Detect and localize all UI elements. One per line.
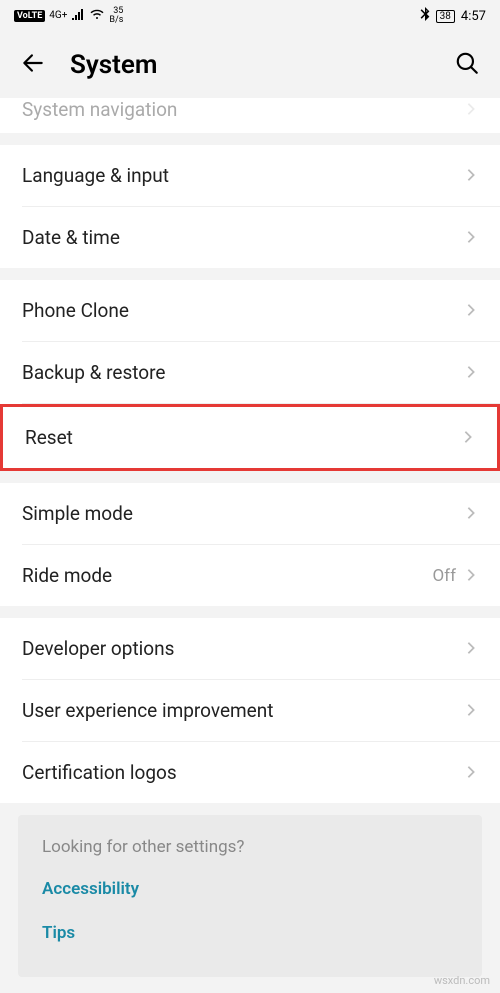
status-bar: VoLTE 4G+ 35 B/s 38 4:57	[0, 0, 500, 32]
network-indicator: 4G+	[49, 11, 67, 21]
battery-indicator: 38	[436, 10, 455, 23]
chevron-right-icon	[461, 426, 475, 449]
chevron-right-icon	[464, 164, 478, 187]
row-label: Certification logos	[22, 761, 464, 784]
signal-icon	[71, 8, 85, 24]
row-label: System navigation	[22, 98, 464, 121]
row-ux-improvement[interactable]: User experience improvement	[0, 680, 500, 741]
page-title: System	[70, 50, 430, 80]
chevron-right-icon	[464, 299, 478, 322]
data-speed: 35 B/s	[109, 7, 123, 25]
row-value: Off	[432, 566, 456, 586]
chevron-right-icon	[464, 761, 478, 784]
row-developer-options[interactable]: Developer options	[0, 618, 500, 679]
chevron-right-icon	[464, 226, 478, 249]
chevron-right-icon	[464, 98, 478, 121]
chevron-right-icon	[464, 699, 478, 722]
row-label: Phone Clone	[22, 299, 464, 322]
group-modes: Simple mode Ride mode Off	[0, 483, 500, 606]
volte-badge: VoLTE	[14, 10, 45, 22]
row-label: Language & input	[22, 164, 464, 187]
row-label: Ride mode	[22, 564, 432, 587]
row-backup-restore[interactable]: Backup & restore	[0, 342, 500, 403]
row-label: Date & time	[22, 226, 464, 249]
row-language-input[interactable]: Language & input	[0, 145, 500, 206]
clock: 4:57	[461, 9, 486, 24]
other-settings-panel: Looking for other settings? Accessibilit…	[18, 815, 482, 977]
row-date-time[interactable]: Date & time	[0, 207, 500, 268]
search-icon[interactable]	[454, 50, 480, 80]
row-label: Backup & restore	[22, 361, 464, 384]
link-accessibility[interactable]: Accessibility	[42, 879, 458, 899]
row-label: Reset	[25, 426, 461, 449]
status-right: 38 4:57	[420, 7, 486, 25]
row-label: Simple mode	[22, 502, 464, 525]
row-phone-clone[interactable]: Phone Clone	[0, 280, 500, 341]
chevron-right-icon	[464, 502, 478, 525]
watermark: wsxdn.com	[434, 974, 490, 987]
wifi-icon	[89, 8, 105, 24]
row-label: Developer options	[22, 637, 464, 660]
status-left: VoLTE 4G+ 35 B/s	[14, 7, 123, 25]
chevron-right-icon	[464, 361, 478, 384]
link-tips[interactable]: Tips	[42, 923, 458, 943]
other-settings-prompt: Looking for other settings?	[42, 837, 458, 857]
group-locale: Language & input Date & time	[0, 145, 500, 268]
row-reset[interactable]: Reset	[0, 404, 500, 471]
row-label: User experience improvement	[22, 699, 464, 722]
chevron-right-icon	[464, 637, 478, 660]
bluetooth-icon	[420, 7, 430, 25]
row-certification-logos[interactable]: Certification logos	[0, 742, 500, 803]
chevron-right-icon	[464, 564, 478, 587]
row-simple-mode[interactable]: Simple mode	[0, 483, 500, 544]
header: System	[0, 32, 500, 98]
back-icon[interactable]	[20, 50, 46, 80]
group-advanced: Developer options User experience improv…	[0, 618, 500, 803]
group-data: Phone Clone Backup & restore Reset	[0, 280, 500, 471]
row-system-navigation[interactable]: System navigation	[0, 98, 500, 133]
row-ride-mode[interactable]: Ride mode Off	[0, 545, 500, 606]
